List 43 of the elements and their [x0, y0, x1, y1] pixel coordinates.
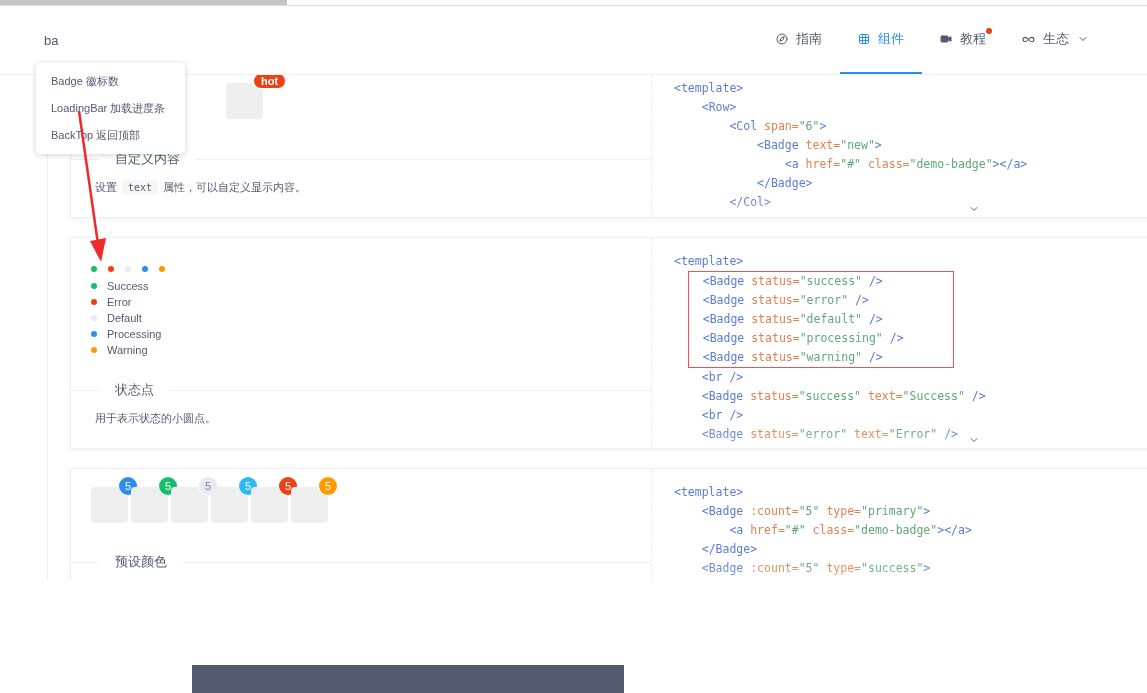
compass-icon [776, 33, 788, 45]
nav-tab[interactable]: 生态 [1004, 6, 1107, 74]
code-line: <Badge status="success" /> [701, 273, 883, 290]
description: 设置 text 属性，可以自定义显示内容。 [95, 179, 308, 197]
code-line: <Badge status="default" /> [701, 311, 883, 328]
code-line: <a href="#" class="demo-badge"></a> [783, 156, 1028, 173]
description: 用于表示状态的小圆点。 [95, 411, 217, 426]
search-result[interactable]: Badge 徽标数 [36, 68, 185, 95]
code-line: <Badge :count="5" type="primary"> [700, 503, 931, 520]
count-badge: 5 [319, 477, 337, 495]
code-line: <template> [674, 80, 744, 97]
nav-tab[interactable]: 教程 [922, 6, 1004, 74]
code-line: <Badge status="error" /> [701, 292, 869, 309]
code-line: <Row> [700, 99, 737, 116]
grid-icon [858, 33, 870, 45]
search-result[interactable]: LoadingBar 加载进度条 [36, 95, 185, 122]
code-line: </Badge> [756, 175, 813, 192]
code-line: <a href="#" class="demo-badge"></a> [728, 522, 972, 539]
code-line: <Badge status="processing" /> [701, 330, 904, 347]
video-camera-icon [940, 33, 952, 45]
hot-badge: hot [254, 75, 286, 88]
search-field[interactable]: ba [44, 32, 244, 48]
code-line: </Badge> [700, 541, 758, 558]
code-line: <Badge status="error" text="Error" /> [700, 426, 958, 443]
code-line: </Col> [728, 194, 771, 211]
nav-tab[interactable]: 指南 [758, 6, 840, 74]
code-line: <template> [674, 484, 744, 501]
code-line: <Col span="6"> [728, 118, 827, 135]
code-line: <template> [674, 253, 744, 270]
status-label: Processing [107, 328, 162, 340]
code-line: <Badge status="success" text="Success" /> [700, 388, 986, 405]
code-line: <Badge :count="5" type="success"> [700, 560, 931, 577]
code-line: <Badge text="new"> [756, 137, 882, 154]
status-label: Warning [107, 344, 148, 356]
code-line: <br /> [700, 369, 744, 386]
code-line: <Badge status="warning" /> [701, 349, 883, 366]
nav-tab[interactable]: 组件 [840, 6, 922, 74]
section-title: 状态点 [99, 382, 170, 398]
section-title: 预设颜色 [99, 554, 183, 570]
status-label: Default [107, 312, 142, 324]
code-line: <br /> [700, 407, 744, 424]
status-label: Success [107, 280, 149, 292]
status-label: Error [107, 296, 132, 308]
